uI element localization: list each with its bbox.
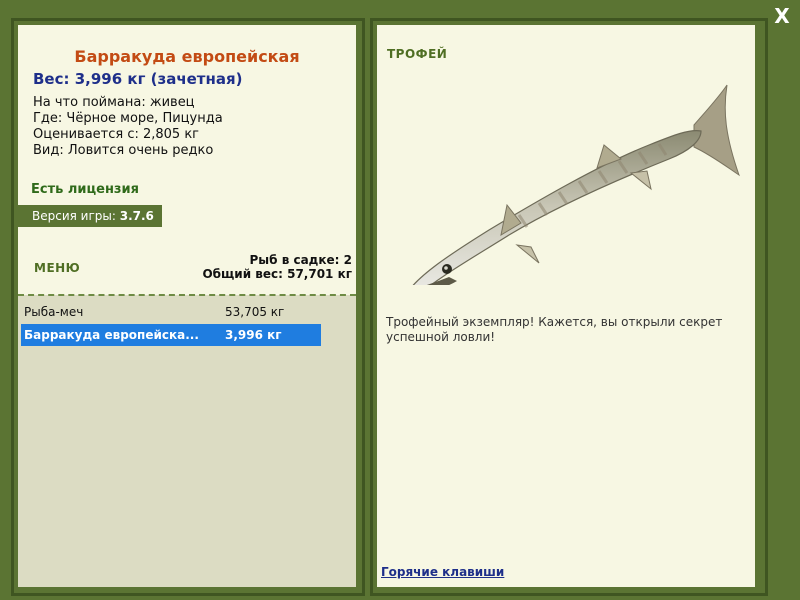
game-version: Версия игры: 3.7.6 — [18, 205, 162, 227]
fish-weight: Вес: 3,996 кг (зачетная) — [33, 70, 243, 88]
hotkeys-link[interactable]: Горячие клавиши — [381, 565, 504, 579]
list-item[interactable]: Рыба-меч 53,705 кг — [21, 301, 321, 323]
barracuda-fish-image — [412, 84, 740, 285]
list-item-weight: 3,996 кг — [225, 328, 282, 342]
list-item-name: Рыба-меч — [24, 305, 84, 319]
trophy-description: Трофейный экземпляр! Кажется, вы открыли… — [386, 315, 723, 344]
info-location: Где: Чёрное море, Пицунда — [33, 111, 223, 126]
list-item-weight: 53,705 кг — [225, 305, 285, 319]
fish-title: Барракуда европейская — [74, 47, 300, 66]
info-rarity: Вид: Ловится очень редко — [33, 143, 214, 158]
list-divider — [18, 294, 356, 296]
version-value: 3.7.6 — [119, 209, 154, 223]
info-valued-from: Оценивается с: 2,805 кг — [33, 127, 200, 142]
menu-button[interactable]: МЕНЮ — [34, 261, 80, 275]
cage-total-weight: Общий вес: 57,701 кг — [202, 267, 352, 281]
catch-list: Рыба-меч 53,705 кг Барракуда европейска.… — [18, 295, 356, 587]
trophy-panel: ТРОФЕЙ Трофейный экземпляр! Кажется, вы … — [377, 25, 755, 587]
close-button[interactable]: X — [770, 4, 794, 28]
list-item-name: Барракуда европейска... — [24, 328, 199, 342]
fish-info-panel: Барракуда европейская Вес: 3,996 кг (зач… — [18, 25, 356, 587]
cage-stats: Рыб в садке: 2 Общий вес: 57,701 кг — [202, 253, 352, 281]
cage-count: Рыб в садке: 2 — [249, 253, 353, 267]
license-status: Есть лицензия — [31, 182, 139, 197]
list-item-selected[interactable]: Барракуда европейска... 3,996 кг — [21, 324, 321, 346]
version-label: Версия игры: — [32, 209, 120, 223]
info-bait: На что поймана: живец — [33, 95, 195, 110]
